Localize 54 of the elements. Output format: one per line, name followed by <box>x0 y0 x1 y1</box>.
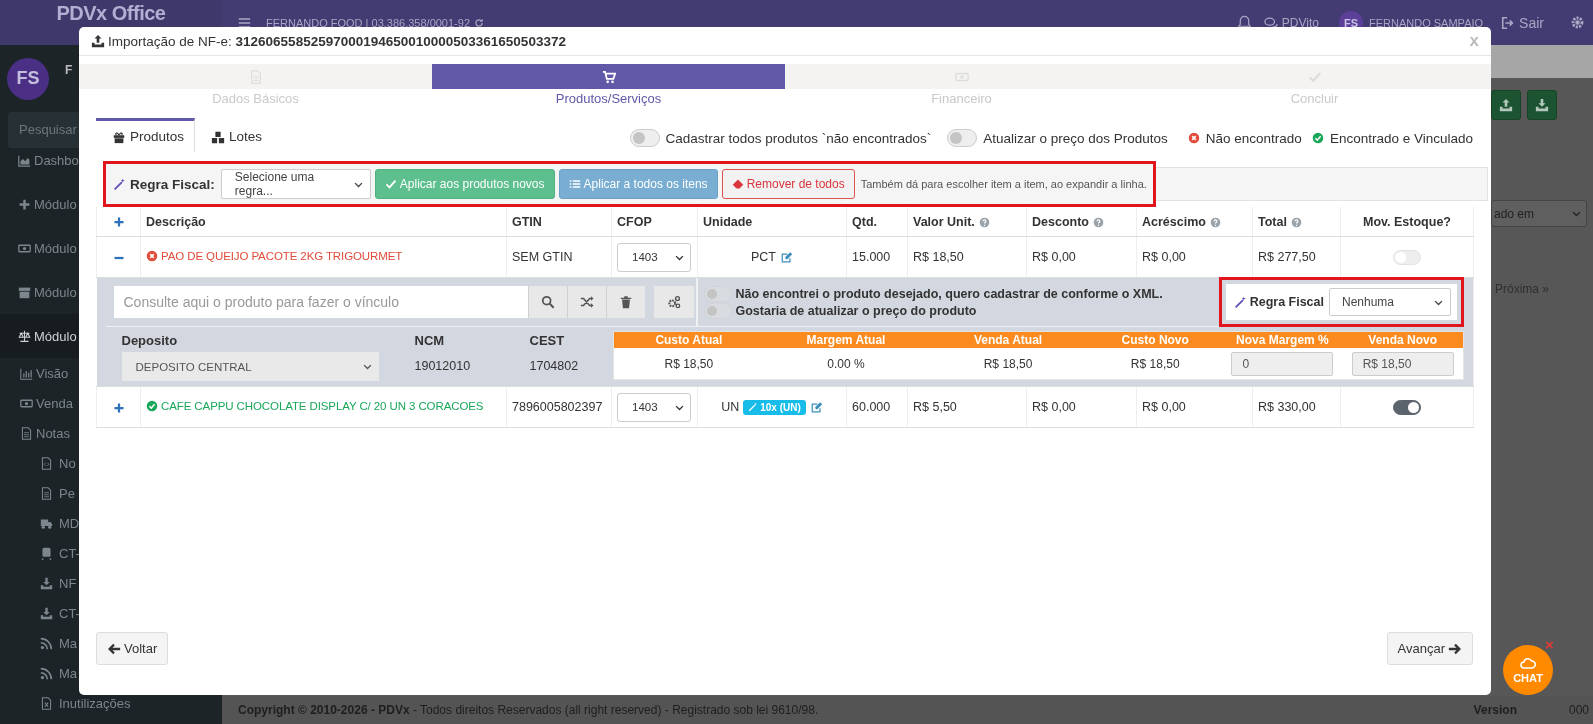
table-cell: R$ 0,00 <box>1026 236 1137 278</box>
product-name: PAO DE QUEIJO PACOTE 2KG TRIGOURMET <box>161 249 403 262</box>
toggle-label: Cadastrar todos produtos `não encontrados` <box>665 130 932 146</box>
table-cell: SEM GTIN <box>506 236 612 278</box>
legend-label: Encontrado e Vinculado <box>1329 130 1473 146</box>
column-header: Valor Unit. <box>907 207 1027 237</box>
table-cell: 15.000 <box>846 236 908 278</box>
column-header: Total <box>1252 207 1341 237</box>
user-avatar: FS <box>7 57 49 100</box>
conversion-badge: 10x (UN) <box>743 399 806 415</box>
dialog-title: Importação de NF-e: 31260655852597000194650010000503361650503372 <box>108 33 566 49</box>
column-header: Acréscimo <box>1136 207 1253 237</box>
table-cell: R$ 0,00 <box>1026 386 1137 428</box>
field-label: CEST <box>529 333 566 349</box>
fiscal-rule-label: Regra Fiscal: <box>130 176 215 192</box>
field-label: NCM <box>414 333 446 349</box>
column-header: GTIN <box>506 207 612 237</box>
column-header: Custo Atual <box>654 333 724 347</box>
table-cell: 60.000 <box>846 386 908 428</box>
unit-text: PCT <box>751 250 776 264</box>
column-header: Nova Margem % <box>1235 333 1330 347</box>
column-header: Venda Novo <box>1367 333 1438 347</box>
field-label: Deposito <box>121 333 179 349</box>
table-cell: R$ 277,50 <box>1252 236 1341 278</box>
column-header: Qtd. <box>846 207 908 237</box>
option-label: Não encontrei o produto desejado, quero cadastrar de conforme o XML. <box>735 286 1163 301</box>
table-cell: R$ 0,00 <box>1136 386 1253 428</box>
column-header: Custo Novo <box>1120 333 1190 347</box>
user-name: F <box>65 63 73 77</box>
column-header: Margem Atual <box>805 333 887 347</box>
column-header: Mov. Estoque? <box>1340 207 1474 237</box>
table-cell: R$ 18,50 <box>664 356 714 371</box>
table-cell: R$ 330,00 <box>1252 386 1341 428</box>
table-cell: 0.00 % <box>827 356 865 371</box>
table-cell: R$ 18,50 <box>1130 356 1180 371</box>
product-name: CAFE CAPPU CHOCOLATE DISPLAY C/ 20 UN 3 CORACOES <box>161 399 484 412</box>
column-header: CFOP <box>611 207 698 237</box>
fiscal-rule-label: Regra Fiscal <box>1249 295 1324 309</box>
unit-text: UN <box>721 400 740 414</box>
option-label: Gostaria de atualizar o preço do produto <box>735 303 977 318</box>
hint-text: Também dá para escolher item a item, ao expandir a linha. <box>860 178 1147 190</box>
table-cell: R$ 5,50 <box>907 386 1027 428</box>
legend-label: Não encontrado <box>1205 130 1302 146</box>
table-cell: 7896005802397 <box>506 386 612 428</box>
table-cell: R$ 18,50 <box>907 236 1027 278</box>
toggle-label: Atualizar o preço dos Produtos <box>983 130 1168 146</box>
cest-value: 1704802 <box>529 359 579 373</box>
ncm-value: 19012010 <box>414 359 472 373</box>
table-cell: R$ 0,00 <box>1136 236 1253 278</box>
table-cell: R$ 18,50 <box>983 356 1033 371</box>
column-header: Descrição <box>140 207 507 237</box>
column-header: Desconto <box>1026 207 1137 237</box>
column-header: Unidade <box>697 207 847 237</box>
column-header: Venda Atual <box>972 333 1044 347</box>
